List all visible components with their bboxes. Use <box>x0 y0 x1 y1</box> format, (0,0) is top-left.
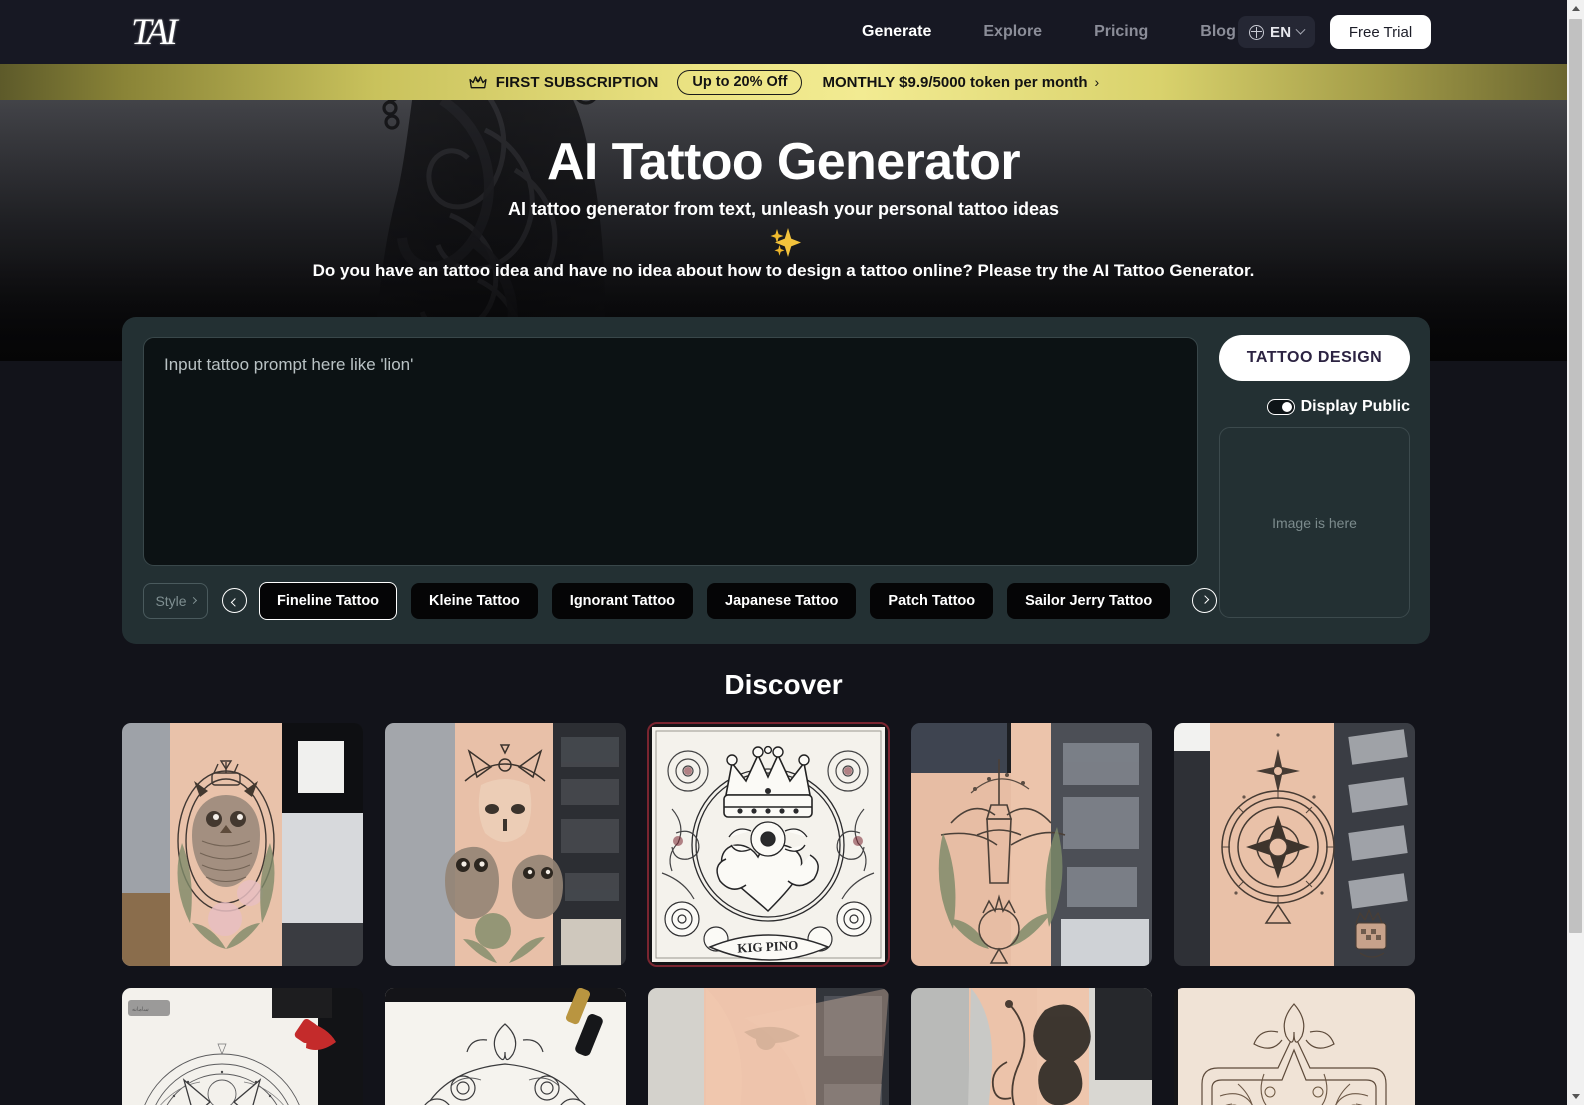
styles-prev-button[interactable] <box>222 588 247 613</box>
scrollbar-down-arrow[interactable] <box>1567 1088 1584 1105</box>
prompt-placeholder: Input tattoo prompt here like 'lion' <box>164 355 414 374</box>
gallery-card-wolf-mandala-sketch-on-paper[interactable]: سامانه <box>122 988 363 1105</box>
crown-icon <box>469 75 487 88</box>
page-viewport: TAI Generate Explore Pricing Blog EN Fre… <box>0 0 1567 1105</box>
tattoo-photo <box>122 723 363 966</box>
tattoo-sketch <box>385 988 626 1105</box>
chevron-right-icon <box>189 596 197 605</box>
style-chip-ignorant-tattoo[interactable]: Ignorant Tattoo <box>551 582 694 619</box>
tattoo-design-button[interactable]: TATTOO DESIGN <box>1219 335 1410 381</box>
site-logo[interactable]: TAI <box>124 10 182 54</box>
free-trial-button[interactable]: Free Trial <box>1330 15 1431 49</box>
toggle-knob <box>1282 401 1293 412</box>
chevron-left-icon <box>230 597 239 607</box>
chevron-down-icon <box>1295 24 1306 35</box>
chevron-right-icon <box>1200 594 1209 604</box>
top-navigation-bar: TAI Generate Explore Pricing Blog EN Fre… <box>0 0 1567 64</box>
gallery-card-valkyrie-owl-forearm-tattoo[interactable] <box>385 723 626 966</box>
nav-link-generate[interactable]: Generate <box>836 23 957 41</box>
sparkles-icon <box>0 226 1567 262</box>
promo-cta-text: MONTHLY $9.9/5000 token per month <box>822 73 1088 91</box>
discover-heading: Discover <box>724 669 843 700</box>
svg-text:KIG PINO: KIG PINO <box>737 937 799 955</box>
tattoo-photo <box>1174 723 1415 966</box>
style-chip-japanese-tattoo[interactable]: Japanese Tattoo <box>707 582 857 619</box>
generator-panel: Input tattoo prompt here like 'lion' Sty… <box>122 317 1430 644</box>
style-chip-fineline-tattoo[interactable]: Fineline Tattoo <box>259 581 398 620</box>
gallery-card-ornate-letter-a-design[interactable] <box>1174 988 1415 1105</box>
display-public-label: Display Public <box>1300 398 1410 415</box>
gallery-card-snake-arm-line-tattoo[interactable] <box>911 988 1152 1105</box>
svg-text:سامانه: سامانه <box>132 1006 149 1013</box>
style-label-text: Style <box>155 592 187 609</box>
styles-next-button[interactable] <box>1192 588 1217 613</box>
browser-page: TAI Generate Explore Pricing Blog EN Fre… <box>0 0 1584 1105</box>
style-chip-kleine-tattoo[interactable]: Kleine Tattoo <box>411 582 538 619</box>
tattoo-design <box>1174 988 1415 1105</box>
tattoo-design: KIG PINO <box>648 723 889 966</box>
page-scrollbar[interactable] <box>1567 0 1584 1105</box>
nav-links: Generate Explore Pricing Blog <box>836 0 1262 64</box>
language-label: EN <box>1270 23 1292 41</box>
tattoo-photo <box>385 723 626 966</box>
globe-icon <box>1249 24 1264 40</box>
scrollbar-up-arrow[interactable] <box>1567 0 1584 17</box>
tattoo-photo <box>911 988 1152 1105</box>
nav-link-pricing[interactable]: Pricing <box>1068 23 1174 41</box>
promo-discount-badge: Up to 20% Off <box>677 69 803 95</box>
chevron-right-icon: › <box>1094 74 1100 90</box>
tattoo-sketch: سامانه <box>122 988 363 1105</box>
tattoo-photo <box>911 723 1152 966</box>
hero-description: Do you have an tattoo idea and have no i… <box>312 261 1255 280</box>
display-public-toggle[interactable]: Display Public <box>1219 396 1410 418</box>
nav-link-explore[interactable]: Explore <box>957 23 1068 41</box>
prompt-input[interactable]: Input tattoo prompt here like 'lion' <box>143 337 1198 566</box>
result-image-placeholder-text: Image is here <box>1272 514 1357 531</box>
promo-title: FIRST SUBSCRIPTION <box>495 73 659 91</box>
promo-banner-link[interactable]: FIRST SUBSCRIPTION Up to 20% Off MONTHLY… <box>468 69 1100 95</box>
language-selector[interactable]: EN <box>1238 16 1316 48</box>
style-label-button[interactable]: Style <box>143 582 208 619</box>
gallery-card-owl-floral-forearm-tattoo[interactable] <box>122 723 363 966</box>
gallery-card-compass-mandala-star-arm-tattoo[interactable] <box>1174 723 1415 966</box>
discover-gallery: KIG PINO سامانه <box>122 722 1430 1105</box>
toggle-switch[interactable] <box>1266 399 1295 415</box>
gallery-card-floral-monogram-sketch-on-paper[interactable] <box>385 988 626 1105</box>
scrollbar-thumb[interactable] <box>1569 19 1582 933</box>
promo-banner: FIRST SUBSCRIPTION Up to 20% Off MONTHLY… <box>0 64 1567 100</box>
hero-subtitle: AI tattoo generator from text, unleash y… <box>507 199 1060 219</box>
tattoo-photo <box>648 988 889 1105</box>
gallery-card-tower-mountains-laurel-thigh-tattoo[interactable] <box>911 723 1152 966</box>
gallery-card-crown-heraldic-crest-design[interactable]: KIG PINO <box>647 722 890 967</box>
gallery-card-small-sprig-leg-tattoo[interactable] <box>648 988 889 1105</box>
styles-track: Fineline Tattoo Kleine Tattoo Ignorant T… <box>259 578 1182 623</box>
result-image-placeholder: Image is here <box>1219 427 1410 618</box>
page-title: AI Tattoo Generator <box>546 133 1021 191</box>
generator-wrapper: Input tattoo prompt here like 'lion' Sty… <box>0 317 1567 644</box>
styles-carousel: Fineline Tattoo Kleine Tattoo Ignorant T… <box>259 578 1182 623</box>
style-chip-sailor-jerry-tattoo[interactable]: Sailor Jerry Tattoo <box>1007 582 1171 619</box>
style-chip-patch-tattoo[interactable]: Patch Tattoo <box>870 582 994 619</box>
style-selector-row: Style Fineline Tattoo Kleine Tattoo Igno… <box>143 578 1219 623</box>
